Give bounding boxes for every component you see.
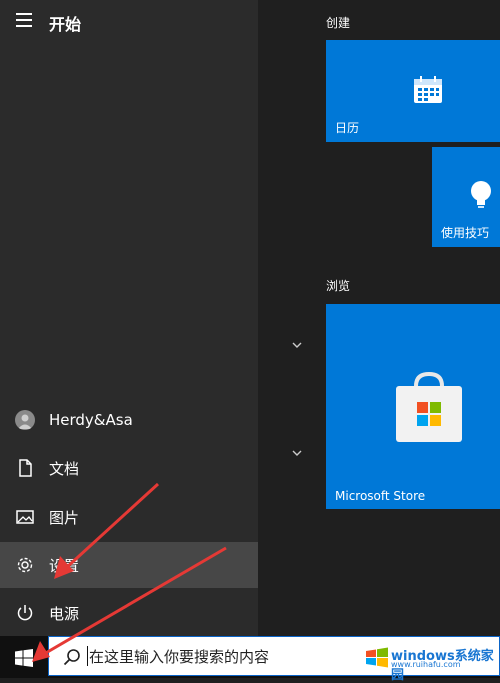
gear-icon (17, 557, 33, 573)
start-button[interactable] (0, 636, 48, 678)
group-label-browse: 浏览 (326, 279, 351, 293)
document-icon (19, 459, 32, 477)
search-placeholder: 在这里输入你要搜索的内容 (89, 648, 270, 666)
tile-calendar[interactable]: 日历 (326, 40, 500, 142)
nav-item-pictures[interactable]: 图片 (0, 494, 258, 540)
watermark-logo-icon (366, 647, 388, 668)
tiles-pane: 创建 日历 使用技巧 浏览 Microsoft Store (258, 0, 500, 636)
hamburger-menu-icon[interactable] (16, 13, 32, 27)
calendar-icon (414, 76, 442, 103)
start-menu-left-pane: 开始 Herdy&Asa 文档 图片 设置 电源 (0, 0, 258, 636)
microsoft-store-bag-icon (396, 372, 462, 442)
search-icon (63, 649, 80, 666)
nav-item-power[interactable]: 电源 (0, 590, 258, 636)
nav-label-documents: 文档 (49, 460, 80, 478)
lightbulb-icon (471, 181, 491, 208)
tile-microsoft-store[interactable]: Microsoft Store (326, 304, 500, 509)
watermark: windows系统家园 www.ruihafu.com (365, 643, 495, 683)
chevron-down-icon[interactable] (290, 340, 304, 350)
windows-logo-icon (15, 649, 33, 667)
tile-label-store: Microsoft Store (335, 489, 426, 503)
chevron-down-icon[interactable] (290, 448, 304, 458)
nav-item-user[interactable]: Herdy&Asa (0, 398, 258, 444)
watermark-url: www.ruihafu.com (391, 660, 461, 669)
nav-label-settings: 设置 (49, 557, 80, 575)
tile-label-calendar: 日历 (335, 121, 360, 135)
nav-item-settings[interactable]: 设置 (0, 542, 258, 588)
power-icon (17, 605, 33, 621)
picture-icon (16, 510, 34, 524)
nav-label-user: Herdy&Asa (49, 411, 133, 429)
taskbar-search-box[interactable]: 在这里输入你要搜索的内容 windows系统家园 www.ruihafu.com (48, 636, 500, 683)
tile-label-tips: 使用技巧 (441, 226, 490, 240)
start-title: 开始 (49, 15, 82, 34)
nav-label-power: 电源 (49, 605, 80, 623)
user-avatar-icon (15, 410, 35, 430)
taskbar: 在这里输入你要搜索的内容 windows系统家园 www.ruihafu.com (0, 636, 500, 683)
tile-tips[interactable]: 使用技巧 (432, 147, 500, 247)
text-caret (87, 646, 88, 666)
group-label-create: 创建 (326, 16, 351, 30)
nav-label-pictures: 图片 (49, 509, 80, 527)
nav-item-documents[interactable]: 文档 (0, 445, 258, 491)
